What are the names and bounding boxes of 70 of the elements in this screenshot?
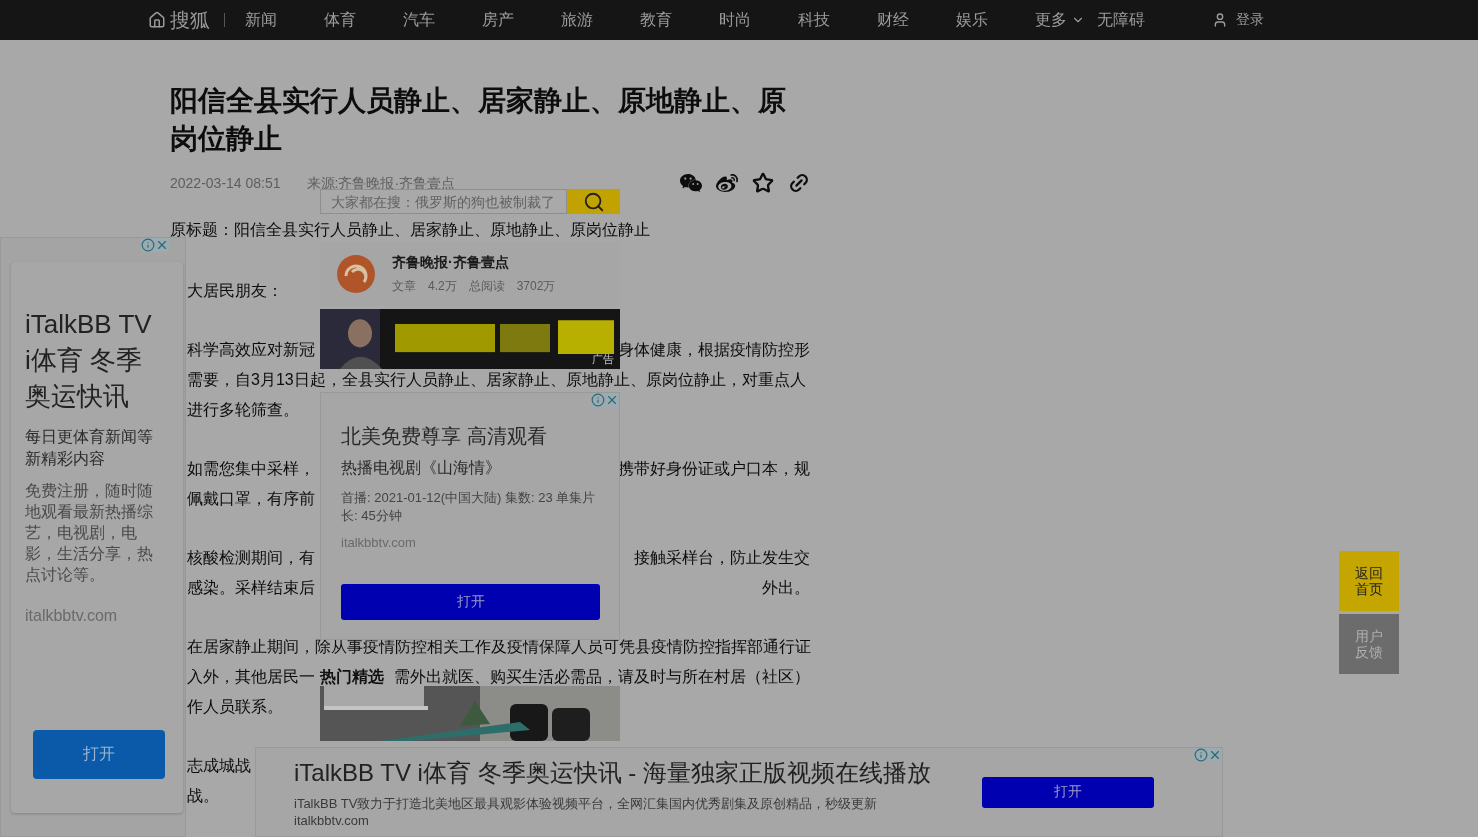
site-logo[interactable]: 搜狐 xyxy=(170,6,210,34)
paragraph-text: 科学高效应对新冠 xyxy=(187,340,315,360)
paragraph-text: 感染。采样结束后 xyxy=(187,578,315,598)
ad-domain: italkbbtv.com xyxy=(294,812,370,828)
stat-label: 文章 xyxy=(392,277,416,295)
search-icon xyxy=(582,190,605,213)
user-icon[interactable] xyxy=(1212,12,1228,28)
swirl-eye-icon[interactable] xyxy=(716,172,738,194)
search-field[interactable]: 大家都在搜：俄罗斯的狗也被制裁了 xyxy=(320,189,567,214)
nav-link[interactable]: 新闻 xyxy=(245,9,277,31)
ad-subtitle: 每日更体育新闻等新精彩内容 xyxy=(25,427,154,469)
paragraph-text: 佩戴口罩，有序前 xyxy=(187,489,315,509)
paragraph-text: 志成城战 xyxy=(187,756,251,776)
open-button[interactable]: 打开 xyxy=(982,776,1154,808)
paragraph-text: 大居民朋友： xyxy=(187,281,283,301)
paragraph-text: 身体健康，根据疫情防控形 xyxy=(618,340,810,360)
paragraph-text: 作人员联系。 xyxy=(187,697,283,717)
paragraph-text: 进行多轮筛查。 xyxy=(187,400,299,420)
ad-description: iTalkBB TV致力于打造北美地区最具观影体验视频平台，全网汇集国内优秀剧集及原创精品，秒级更新 xyxy=(294,794,879,813)
ad-domain: italkbbtv.com xyxy=(341,535,417,550)
nav-link[interactable]: 财经 xyxy=(877,9,909,31)
article-title: 阳信全县实行人员静止、居家静止、原地静止、原岗位静止 xyxy=(170,84,787,156)
nav-link[interactable]: 时尚 xyxy=(719,9,751,31)
nav-link[interactable]: 旅游 xyxy=(561,9,593,31)
login-link[interactable]: 登录 xyxy=(1236,11,1264,29)
paragraph: 原标题：阳信全县实行人员静止、居家静止、原地静止、原岗位静止 xyxy=(170,220,651,240)
ad-subtitle: 热播电视剧《山海情》 xyxy=(341,458,502,478)
nav-link[interactable]: 房产 xyxy=(482,9,514,31)
ad-domain: italkbbtv.com xyxy=(25,607,119,625)
ad-title: 北美免费尊享 高清观看 xyxy=(341,424,548,449)
nav-link[interactable]: 无障碍 xyxy=(1097,9,1145,31)
close-icon[interactable] xyxy=(1208,748,1222,762)
chat-bubbles-icon[interactable] xyxy=(680,172,702,194)
nav-link[interactable]: 科技 xyxy=(798,9,830,31)
ad-title: iTalkBB TV i体育 冬季奥运快讯 - 海量独家正版视频在线播放 xyxy=(294,757,932,788)
info-icon[interactable] xyxy=(141,238,155,252)
stat-value: 3702万 xyxy=(516,277,556,295)
nav-dropdown[interactable]: 更多 xyxy=(1035,9,1085,31)
home-icon[interactable] xyxy=(148,11,166,29)
paragraph-text: 外出。 xyxy=(762,578,810,598)
star-icon[interactable] xyxy=(752,172,774,194)
paragraph-text: 需要，自3月13日起，全县实行人员静止、居家静止、原地静止、原岗位静止，对重点人 xyxy=(187,370,806,390)
ad-body: 免费注册，随时随地观看最新热播综艺，电视剧，电影，生活分享，热点讨论等。 xyxy=(25,481,154,585)
nav-link[interactable]: 教育 xyxy=(640,9,672,31)
nav-link[interactable]: 体育 xyxy=(324,9,356,31)
home-button[interactable]: 返回首页 xyxy=(1339,551,1399,611)
section-heading: 热门精选 xyxy=(320,669,384,685)
ad-title: iTalkBB TV i体育 冬季奥运快讯 xyxy=(25,308,153,413)
close-icon[interactable] xyxy=(155,238,169,252)
nav-link[interactable]: 汽车 xyxy=(403,9,435,31)
stat-label: 总阅读 xyxy=(468,277,505,295)
stat-value: 4.2万 xyxy=(428,277,457,295)
paragraph-text: 需外出就医、购买生活必需品，请及时与所在村居（社区） xyxy=(394,667,810,687)
search-button[interactable] xyxy=(567,189,620,214)
paragraph-text: 携带好身份证或户口本，规 xyxy=(618,459,810,479)
swirl-logo-icon xyxy=(336,254,376,294)
close-icon[interactable] xyxy=(605,393,619,407)
publish-date: 2022-03-14 08:51 xyxy=(170,175,281,191)
paragraph-text: 战。 xyxy=(187,786,219,806)
paragraph-text: 入外，其他居民一 xyxy=(187,667,315,687)
paragraph-text: 接触采样台，防止发生交 xyxy=(634,548,810,568)
source-name: 齐鲁晚报·齐鲁壹点 xyxy=(392,253,510,272)
paragraph-text: 如需您集中采样， xyxy=(187,459,315,479)
info-icon[interactable] xyxy=(591,393,605,407)
ad-label: 广告 xyxy=(592,352,614,367)
open-button[interactable]: 打开 xyxy=(341,584,600,620)
info-icon[interactable] xyxy=(1194,748,1208,762)
ad-details: 首播: 2021-01-12(中国大陆) 集数: 23 单集片长: 45分钟 xyxy=(341,489,597,525)
nav-link[interactable]: 娱乐 xyxy=(956,9,988,31)
paragraph-text: 核酸检测期间，有 xyxy=(187,548,315,568)
